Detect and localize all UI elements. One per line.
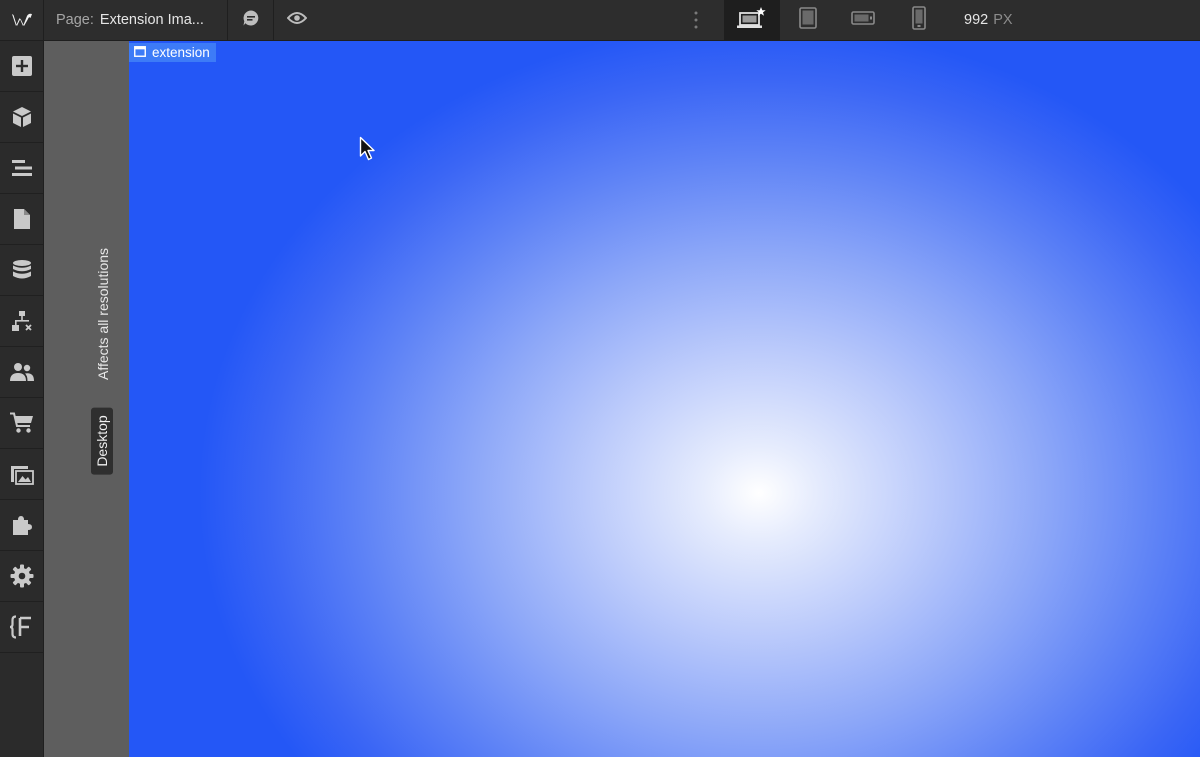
breakpoint-desktop-button[interactable]	[724, 0, 780, 40]
tablet-icon	[799, 6, 817, 34]
selected-element-tag[interactable]: extension	[129, 43, 216, 62]
phone-landscape-icon	[851, 10, 875, 30]
page-label: Page:	[56, 12, 94, 28]
selected-element-label: extension	[152, 45, 210, 60]
webflow-logo-icon[interactable]	[0, 0, 44, 40]
phone-portrait-icon	[912, 5, 926, 35]
breakpoint-scope-note: Affects all resolutions	[95, 247, 111, 381]
breakpoint-badge: Desktop	[91, 407, 113, 475]
pages-button[interactable]	[0, 194, 43, 245]
page-name: Extension Ima...	[99, 12, 204, 28]
settings-button[interactable]	[0, 551, 43, 602]
variables-button[interactable]	[0, 602, 43, 653]
design-canvas[interactable]: extension	[129, 41, 1200, 757]
assets-icon	[10, 463, 34, 485]
breakpoint-strip	[44, 41, 129, 757]
canvas-width-value: 992	[964, 12, 989, 28]
breakpoint-landscape-button[interactable]	[835, 0, 891, 40]
comment-icon	[242, 9, 260, 32]
breakpoint-tablet-button[interactable]	[780, 0, 836, 40]
logic-button[interactable]	[0, 296, 43, 347]
top-bar: Page: Extension Ima... 992 PX	[0, 0, 1200, 41]
database-icon	[12, 259, 32, 281]
cms-button[interactable]	[0, 245, 43, 296]
gear-icon	[10, 564, 34, 588]
navigator-button[interactable]	[0, 143, 43, 194]
users-button[interactable]	[0, 347, 43, 398]
preview-button[interactable]	[274, 0, 320, 40]
page-selector[interactable]: Page: Extension Ima...	[44, 0, 228, 40]
vertical-dots-icon[interactable]	[686, 0, 706, 40]
navigator-icon	[11, 159, 33, 177]
window-icon	[134, 45, 152, 60]
canvas-width-unit: PX	[993, 12, 1013, 28]
users-icon	[9, 362, 34, 382]
comments-button[interactable]	[228, 0, 274, 40]
logic-icon	[11, 310, 33, 332]
puzzle-icon	[11, 514, 33, 536]
cart-icon	[9, 412, 34, 434]
eye-icon	[286, 11, 308, 30]
page-icon	[13, 208, 31, 230]
add-elements-button[interactable]	[0, 41, 43, 92]
canvas-width-readout[interactable]: 992 PX	[964, 0, 1013, 40]
ecommerce-button[interactable]	[0, 398, 43, 449]
laptop-star-icon	[736, 6, 768, 35]
breakpoint-portrait-button[interactable]	[891, 0, 947, 40]
mouse-pointer-icon	[359, 136, 377, 167]
apps-button[interactable]	[0, 500, 43, 551]
left-toolbar	[0, 41, 44, 757]
components-button[interactable]	[0, 92, 43, 143]
assets-button[interactable]	[0, 449, 43, 500]
variables-icon	[9, 615, 35, 639]
cube-icon	[11, 106, 33, 128]
add-icon	[11, 55, 33, 77]
